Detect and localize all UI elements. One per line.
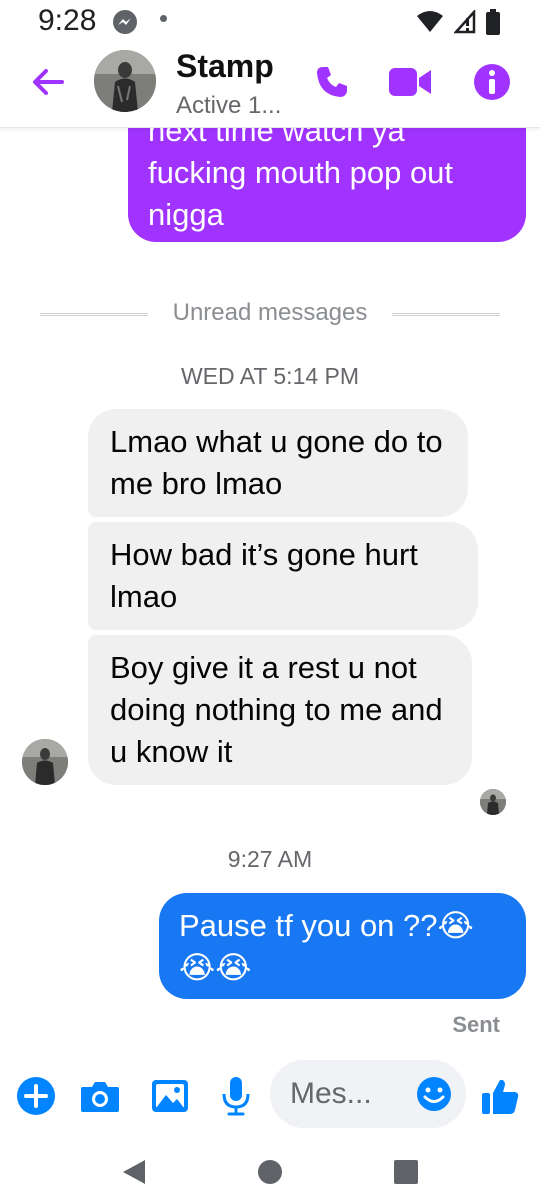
system-navigation-bar [0,1144,540,1200]
contact-avatar[interactable] [94,50,156,112]
thumbs-up-icon[interactable] [478,1074,522,1118]
message-input-container[interactable] [270,1060,466,1128]
battery-icon [486,9,500,40]
unread-divider: Unread messages [40,299,500,329]
incoming-message-bubble[interactable]: Boy give it a rest u not doing nothing t… [88,635,472,785]
emoji-icon[interactable] [416,1076,452,1112]
gallery-icon[interactable] [148,1074,192,1118]
status-time: 9:28 [38,4,97,37]
home-circle-icon[interactable] [252,1154,288,1190]
unread-divider-label: Unread messages [172,299,368,326]
sent-status: Sent [452,1012,500,1037]
info-icon[interactable] [470,60,514,104]
messenger-notification-icon [112,9,138,40]
signal-icon [453,8,476,39]
sender-avatar[interactable] [22,739,68,785]
status-bar: 9:28 [0,0,540,44]
microphone-icon[interactable] [214,1074,258,1118]
video-call-icon[interactable] [388,60,432,104]
voice-call-icon[interactable] [310,60,354,104]
message-input[interactable] [290,1072,410,1116]
message-composer [0,1048,540,1144]
message-thread[interactable]: next time watch ya fucking mouth pop out… [0,128,540,1048]
back-arrow-icon[interactable] [28,62,68,102]
camera-icon[interactable] [78,1074,122,1118]
notification-dot-icon [160,15,167,22]
outgoing-message-bubble[interactable]: Pause tf you on ??😭😭😭 [159,893,526,999]
conversation-header: Stamp Active 1... [0,44,540,128]
message-timestamp: WED AT 5:14 PM [180,363,360,389]
wifi-icon [416,10,444,39]
status-icons [416,8,500,40]
outgoing-message-bubble[interactable]: next time watch ya fucking mouth pop out… [128,128,526,242]
message-timestamp: 9:27 AM [227,846,313,872]
contact-active-status: Active 1... [176,92,282,119]
incoming-message-bubble[interactable]: Lmao what u gone do to me bro lmao [88,409,468,517]
back-triangle-icon[interactable] [116,1154,152,1190]
seen-receipt-avatar [480,789,506,815]
recents-square-icon[interactable] [388,1154,424,1190]
plus-icon[interactable] [14,1074,58,1118]
contact-name[interactable]: Stamp [176,48,274,85]
incoming-message-bubble[interactable]: How bad it’s gone hurt lmao [88,522,478,630]
